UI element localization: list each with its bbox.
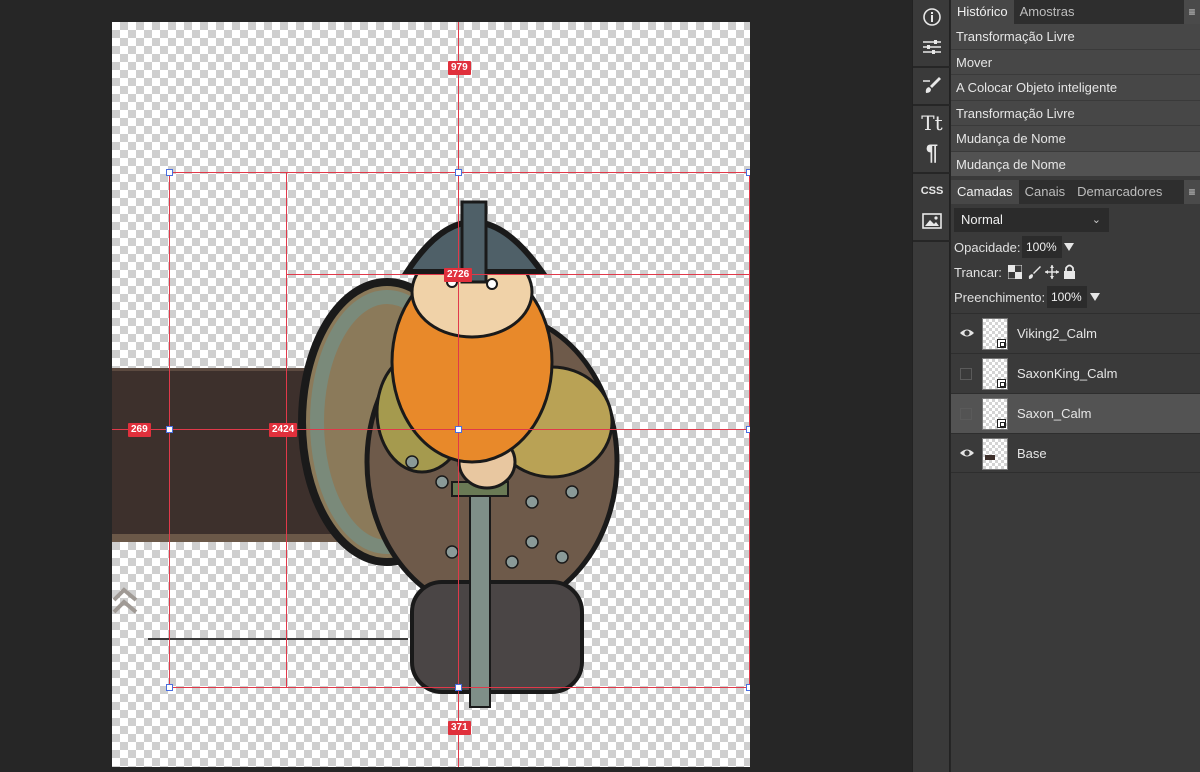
workspace: 979 2726 269 2424 371	[0, 0, 912, 772]
fill-label: Preenchimento:	[954, 290, 1046, 305]
opacity-input[interactable]: 100%	[1022, 236, 1062, 258]
history-tabs: Histórico Amostras ≡	[951, 0, 1200, 24]
transform-handle-left[interactable]	[166, 426, 173, 433]
history-item[interactable]: Mudança de Nome	[951, 126, 1200, 152]
chevron-up-icon	[112, 587, 138, 614]
transform-handle-top-right[interactable]	[746, 169, 750, 176]
tab-amostras[interactable]: Amostras	[1014, 0, 1081, 24]
right-panels: Histórico Amostras ≡ Transformação Livre…	[951, 0, 1200, 772]
layers-list: Viking2_Calm SaxonKing_Calm Saxon_Calm B…	[951, 313, 1200, 473]
layers-tabs: Camadas Canais Demarcadores ≡	[951, 180, 1200, 204]
measure-left: 269	[128, 423, 151, 437]
layer-thumbnail	[982, 318, 1008, 350]
eye-icon[interactable]	[959, 326, 975, 340]
visibility-toggle[interactable]	[960, 368, 972, 380]
layer-row[interactable]: Base	[951, 433, 1200, 473]
paragraph-icon[interactable]: ¶	[913, 138, 951, 168]
lock-transparency-icon[interactable]	[1008, 265, 1022, 279]
toolstrip-separator	[913, 104, 951, 106]
photopea-app: 979 2726 269 2424 371 Tt ¶ CSS Histórico…	[0, 0, 1200, 772]
blend-mode-value: Normal	[961, 212, 1003, 227]
info-icon[interactable]	[913, 2, 951, 32]
blend-mode-select[interactable]: Normal ⌄	[954, 208, 1109, 232]
history-list: Transformação Livre Mover A Colocar Obje…	[951, 24, 1200, 177]
eye-icon[interactable]	[959, 446, 975, 460]
opacity-label: Opacidade:	[954, 240, 1021, 255]
history-item[interactable]: Transformação Livre	[951, 100, 1200, 126]
panel-menu-icon[interactable]: ≡	[1184, 0, 1200, 24]
tab-canais[interactable]: Canais	[1019, 180, 1071, 204]
transform-handle-bottom[interactable]	[455, 684, 462, 691]
document-canvas[interactable]: 979 2726 269 2424 371	[112, 22, 750, 767]
panel-menu-icon[interactable]: ≡	[1184, 180, 1200, 204]
measure-inner-top: 2726	[444, 268, 473, 282]
toolstrip-separator	[913, 66, 951, 68]
layer-thumbnail	[982, 358, 1008, 390]
fill-dropdown-icon[interactable]	[1090, 293, 1100, 301]
transform-handle-top[interactable]	[455, 169, 462, 176]
transform-handle-top-left[interactable]	[166, 169, 173, 176]
layer-row[interactable]: Viking2_Calm	[951, 313, 1200, 353]
visibility-toggle[interactable]	[960, 408, 972, 420]
transform-handle-right[interactable]	[746, 426, 750, 433]
smart-object-icon	[997, 339, 1006, 348]
fill-input[interactable]: 100%	[1047, 286, 1087, 308]
measure-top: 979	[448, 61, 471, 75]
css-icon[interactable]: CSS	[913, 176, 951, 206]
character-icon[interactable]: Tt	[913, 108, 951, 138]
brush-settings-icon[interactable]	[913, 70, 951, 100]
history-item[interactable]: Mover	[951, 49, 1200, 75]
image-icon[interactable]	[913, 206, 951, 236]
smart-object-icon	[997, 379, 1006, 388]
chevron-down-icon: ⌄	[1091, 214, 1101, 226]
transform-handle-bottom-left[interactable]	[166, 684, 173, 691]
transform-handle-center[interactable]	[455, 426, 462, 433]
layer-thumbnail	[982, 438, 1008, 470]
layer-thumbnail	[982, 398, 1008, 430]
layer-row-selected[interactable]: Saxon_Calm	[951, 393, 1200, 433]
lock-all-icon[interactable]	[1063, 264, 1076, 279]
panel-toolstrip: Tt ¶ CSS	[912, 0, 951, 772]
layer-row[interactable]: SaxonKing_Calm	[951, 353, 1200, 393]
lock-move-icon[interactable]	[1045, 265, 1059, 279]
history-item[interactable]: Transformação Livre	[951, 24, 1200, 50]
history-item[interactable]: A Colocar Objeto inteligente	[951, 75, 1200, 101]
opacity-dropdown-icon[interactable]	[1064, 243, 1074, 251]
tab-camadas[interactable]: Camadas	[951, 180, 1019, 204]
tab-demarcadores[interactable]: Demarcadores	[1071, 180, 1168, 204]
transform-handle-bottom-right[interactable]	[746, 684, 750, 691]
lock-brush-icon[interactable]	[1027, 265, 1041, 279]
lock-label: Trancar:	[954, 265, 1002, 280]
adjustments-icon[interactable]	[913, 32, 951, 62]
measure-inner-left: 2424	[269, 423, 298, 437]
layer-name: Viking2_Calm	[1017, 326, 1097, 341]
toolstrip-separator	[913, 240, 951, 242]
history-item-current[interactable]: Mudança de Nome	[951, 151, 1200, 177]
toolstrip-separator	[913, 172, 951, 174]
layer-name: Saxon_Calm	[1017, 406, 1092, 421]
smart-object-icon	[997, 419, 1006, 428]
layer-name: SaxonKing_Calm	[1017, 366, 1118, 381]
layer-name: Base	[1017, 446, 1047, 461]
measure-bottom: 371	[448, 721, 471, 735]
tab-historico[interactable]: Histórico	[951, 0, 1014, 24]
